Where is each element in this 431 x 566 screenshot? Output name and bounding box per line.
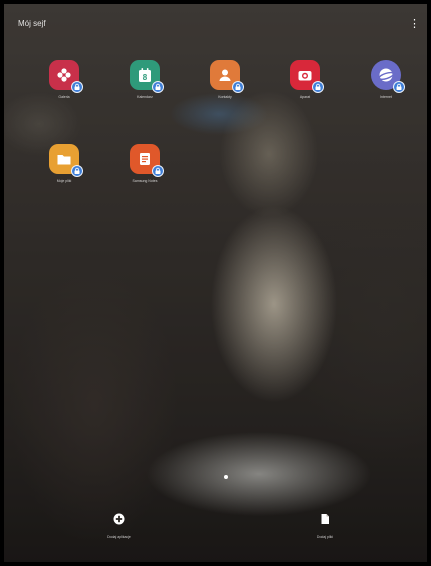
svg-text:8: 8	[143, 73, 148, 82]
secure-badge-icon	[71, 81, 83, 93]
add-apps-button[interactable]: Dodaj aplikacje	[89, 512, 149, 539]
app-label: Aparat	[299, 95, 311, 99]
app-label: Samsung Notes	[132, 179, 158, 183]
secure-folder-screen: Mój sejf ⋮ Galeria 8 Kalendarz Kontakty …	[4, 4, 427, 562]
secure-badge-icon	[312, 81, 324, 93]
globe-icon	[378, 68, 394, 82]
app-gallery[interactable]: Galeria	[34, 60, 94, 110]
secure-badge-icon	[152, 81, 164, 93]
secure-badge-icon	[152, 165, 164, 177]
calendar-icon: 8	[139, 68, 151, 82]
page-indicator-dot	[224, 475, 228, 479]
secure-badge-icon	[393, 81, 405, 93]
add-apps-label: Dodaj aplikacje	[107, 535, 131, 539]
contact-icon	[219, 69, 231, 81]
app-icon-calendar: 8	[130, 60, 164, 93]
folder-title: Mój sejf	[18, 19, 46, 28]
app-icon-gallery	[49, 60, 83, 93]
app-label: Kontakty	[218, 95, 232, 99]
app-label: Internet	[380, 95, 392, 99]
file-icon	[321, 514, 329, 524]
app-camera[interactable]: Aparat	[275, 60, 335, 110]
app-calendar[interactable]: 8 Kalendarz	[115, 60, 175, 110]
app-label: Kalendarz	[137, 95, 153, 99]
app-icon-samsung-notes	[130, 144, 164, 177]
app-label: Moje pliki	[56, 179, 72, 183]
app-internet[interactable]: Internet	[356, 60, 416, 110]
note-icon	[140, 153, 150, 165]
app-my-files[interactable]: Moje pliki	[34, 144, 94, 194]
flower-icon	[57, 68, 71, 82]
app-icon-my-files	[49, 144, 83, 177]
add-circle-icon	[113, 513, 125, 525]
secure-badge-icon	[71, 165, 83, 177]
add-files-button[interactable]: Dodaj pliki	[295, 512, 355, 539]
app-icon-internet	[371, 60, 405, 93]
app-contacts[interactable]: Kontakty	[195, 60, 255, 110]
camera-icon	[298, 71, 312, 81]
app-samsung-notes[interactable]: Samsung Notes	[115, 144, 175, 194]
app-label: Galeria	[58, 95, 70, 99]
secure-badge-icon	[232, 81, 244, 93]
more-options-button[interactable]: ⋮	[409, 16, 420, 32]
folder-icon	[57, 155, 71, 165]
app-icon-camera	[290, 60, 324, 93]
add-files-label: Dodaj pliki	[316, 535, 334, 539]
app-icon-contacts	[210, 60, 244, 93]
